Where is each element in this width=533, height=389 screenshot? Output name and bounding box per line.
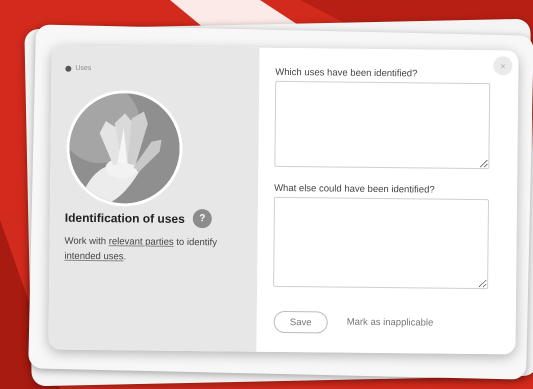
question-1-label: Which uses have been identified? [275,66,418,80]
close-icon[interactable]: × [493,56,513,76]
relevant-parties-link[interactable]: relevant parties [109,236,174,248]
question-2-label: What else could have been identified? [274,182,435,196]
card-description: Work with relevant parties to identify i… [64,234,249,266]
category-tag: Uses [65,65,91,72]
mark-inapplicable-link[interactable]: Mark as inapplicable [347,317,434,329]
desc-text-1: Work with [64,235,109,248]
intended-uses-link[interactable]: intended uses [64,251,123,263]
info-panel: Uses Identification of uses ? Work with … [48,45,260,352]
desc-text-3: . [123,251,127,263]
help-icon[interactable]: ? [192,209,212,229]
form-panel: × Which uses have been identified? What … [256,47,519,355]
card-title: Identification of uses [64,210,185,226]
tulips-image [65,89,184,207]
save-button[interactable]: Save [273,310,328,334]
title-row: Identification of uses ? [65,208,212,229]
other-uses-input[interactable] [273,196,490,290]
desc-text-2: to identify [173,236,218,249]
speech-bubble-icon [65,65,72,72]
identified-uses-input[interactable] [274,80,491,170]
uses-card: Uses Identification of uses ? Work with … [48,45,519,355]
category-tag-label: Uses [75,64,92,72]
tulips-illustration [65,89,181,204]
